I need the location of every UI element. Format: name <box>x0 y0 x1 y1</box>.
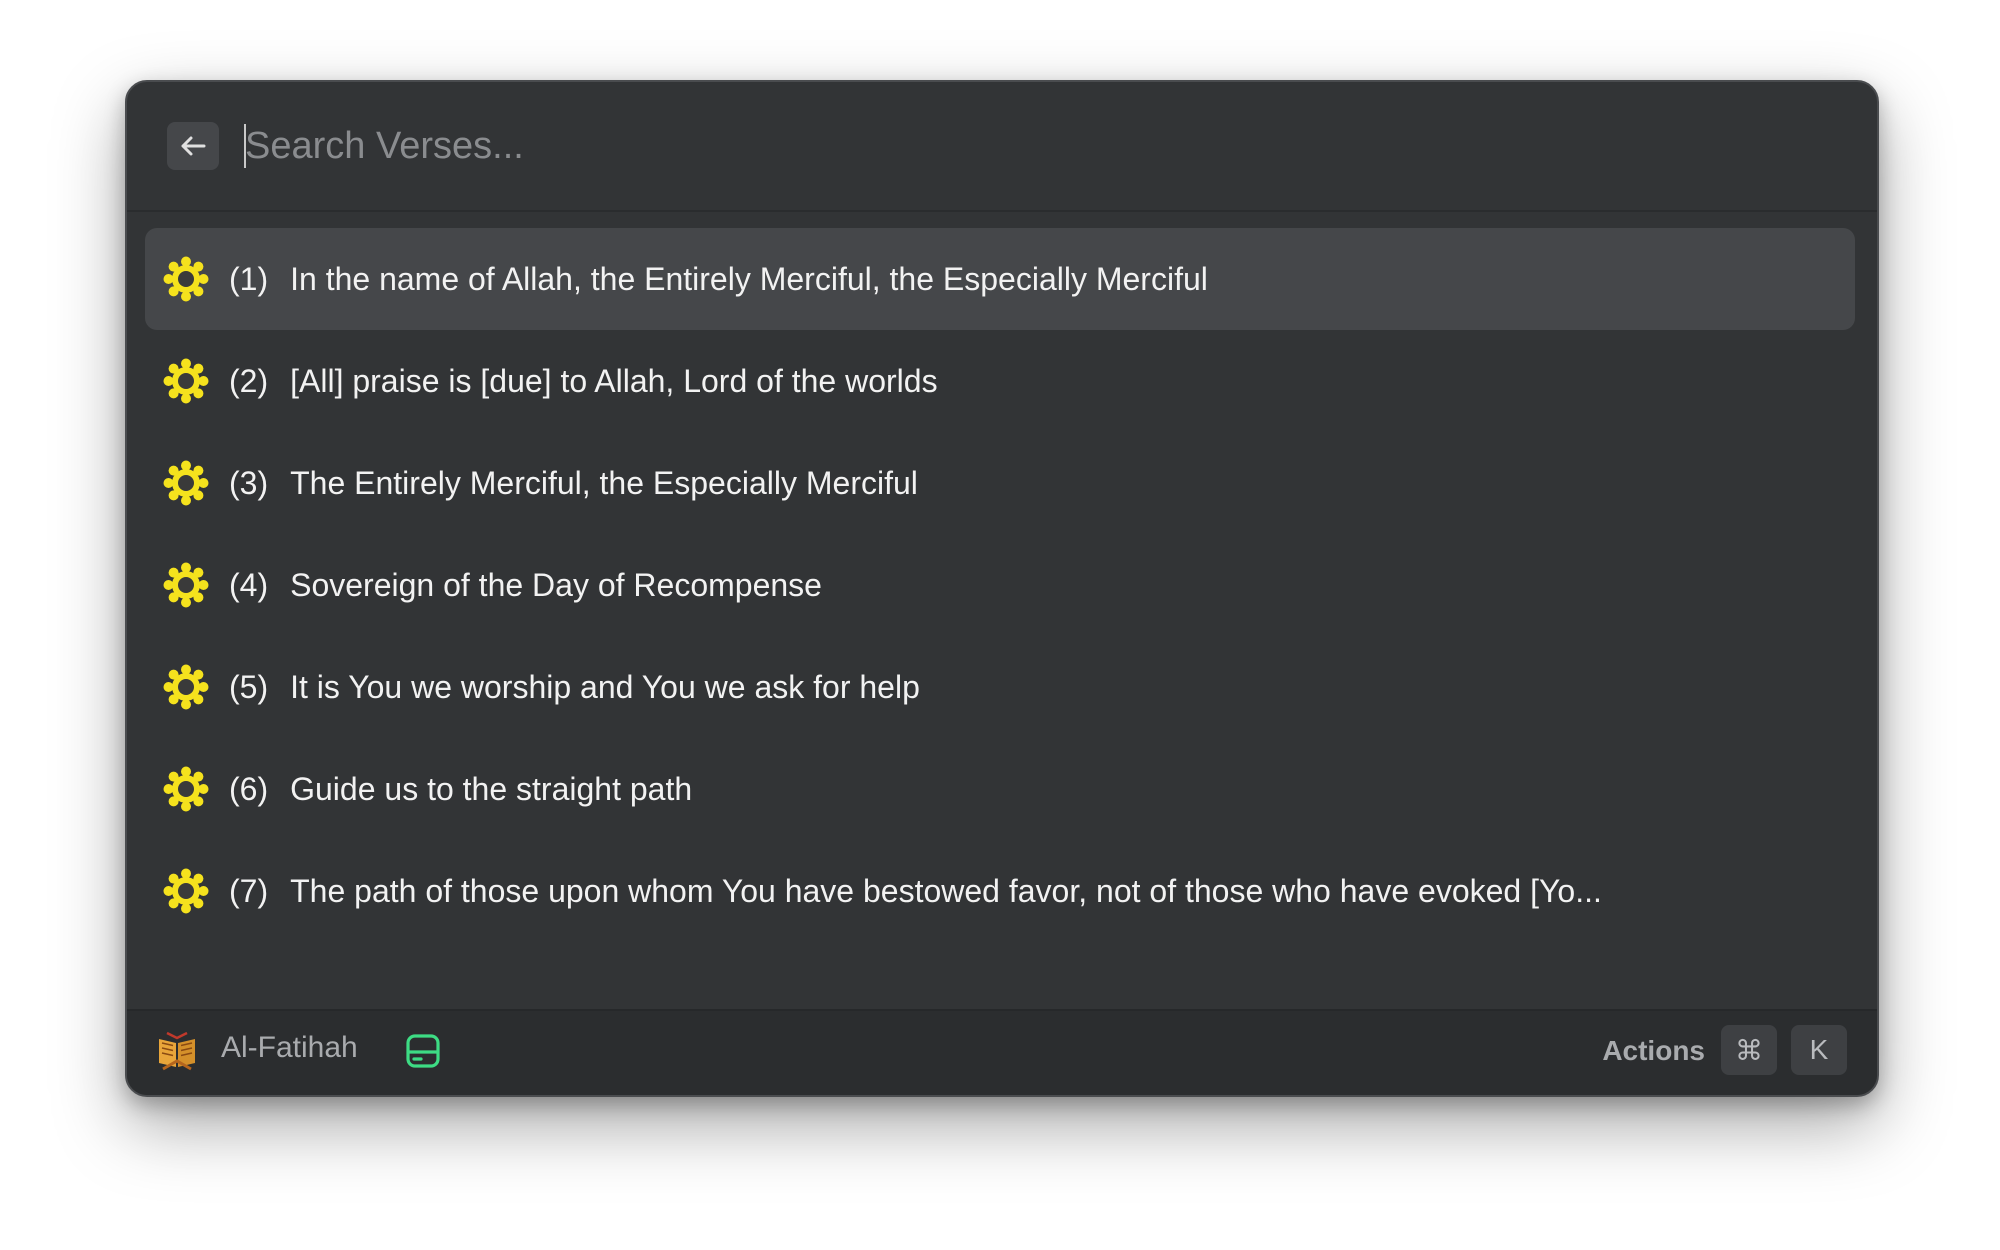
shortcut-modifier-key: ⌘ <box>1721 1025 1777 1075</box>
verse-row-1[interactable]: (1) In the name of Allah, the Entirely M… <box>145 228 1855 330</box>
arrow-left-icon <box>181 136 206 156</box>
verse-star-icon <box>163 256 209 302</box>
storage-drive-icon <box>406 1034 440 1068</box>
verse-text: The Entirely Merciful, the Especially Me… <box>290 464 918 501</box>
verse-row-2[interactable]: (2) [All] praise is [due] to Allah, Lord… <box>145 330 1855 432</box>
verse-number: (2) <box>229 362 269 399</box>
verse-text: [All] praise is [due] to Allah, Lord of … <box>290 362 938 399</box>
shortcut-key: K <box>1791 1025 1847 1075</box>
verse-number: (3) <box>229 464 269 501</box>
search-bar <box>127 82 1877 212</box>
verse-star-icon <box>163 358 209 404</box>
verse-text: In the name of Allah, the Entirely Merci… <box>290 260 1208 297</box>
verse-number: (4) <box>229 566 269 603</box>
verse-number: (7) <box>229 872 269 909</box>
verse-row-6[interactable]: (6) Guide us to the straight path <box>145 738 1855 840</box>
verse-star-icon <box>163 460 209 506</box>
text-caret <box>244 124 246 168</box>
verse-list: (1) In the name of Allah, the Entirely M… <box>145 228 1855 942</box>
verse-text: Guide us to the straight path <box>290 770 693 807</box>
verse-star-icon <box>163 664 209 710</box>
back-button[interactable] <box>167 122 219 170</box>
verse-number: (1) <box>229 260 269 297</box>
verse-star-icon <box>163 868 209 914</box>
verse-text: Sovereign of the Day of Recompense <box>290 566 822 603</box>
verse-star-icon <box>163 562 209 608</box>
command-window: (1) In the name of Allah, the Entirely M… <box>125 80 1879 1097</box>
search-input[interactable] <box>243 112 1805 180</box>
verse-number: (6) <box>229 770 269 807</box>
quran-book-icon <box>159 1031 195 1071</box>
verse-row-5[interactable]: (5) It is You we worship and You we ask … <box>145 636 1855 738</box>
verse-row-7[interactable]: (7) The path of those upon whom You have… <box>145 840 1855 942</box>
verse-text: The path of those upon whom You have bes… <box>290 872 1602 909</box>
verse-row-3[interactable]: (3) The Entirely Merciful, the Especiall… <box>145 432 1855 534</box>
surah-name: Al-Fatihah <box>221 1031 358 1064</box>
actions-button[interactable]: Actions <box>1602 1035 1705 1067</box>
footer-bar: Al-Fatihah Actions ⌘ K <box>127 1009 1877 1095</box>
verse-star-icon <box>163 766 209 812</box>
verse-text: It is You we worship and You we ask for … <box>290 668 920 705</box>
verse-number: (5) <box>229 668 269 705</box>
verse-row-4[interactable]: (4) Sovereign of the Day of Recompense <box>145 534 1855 636</box>
